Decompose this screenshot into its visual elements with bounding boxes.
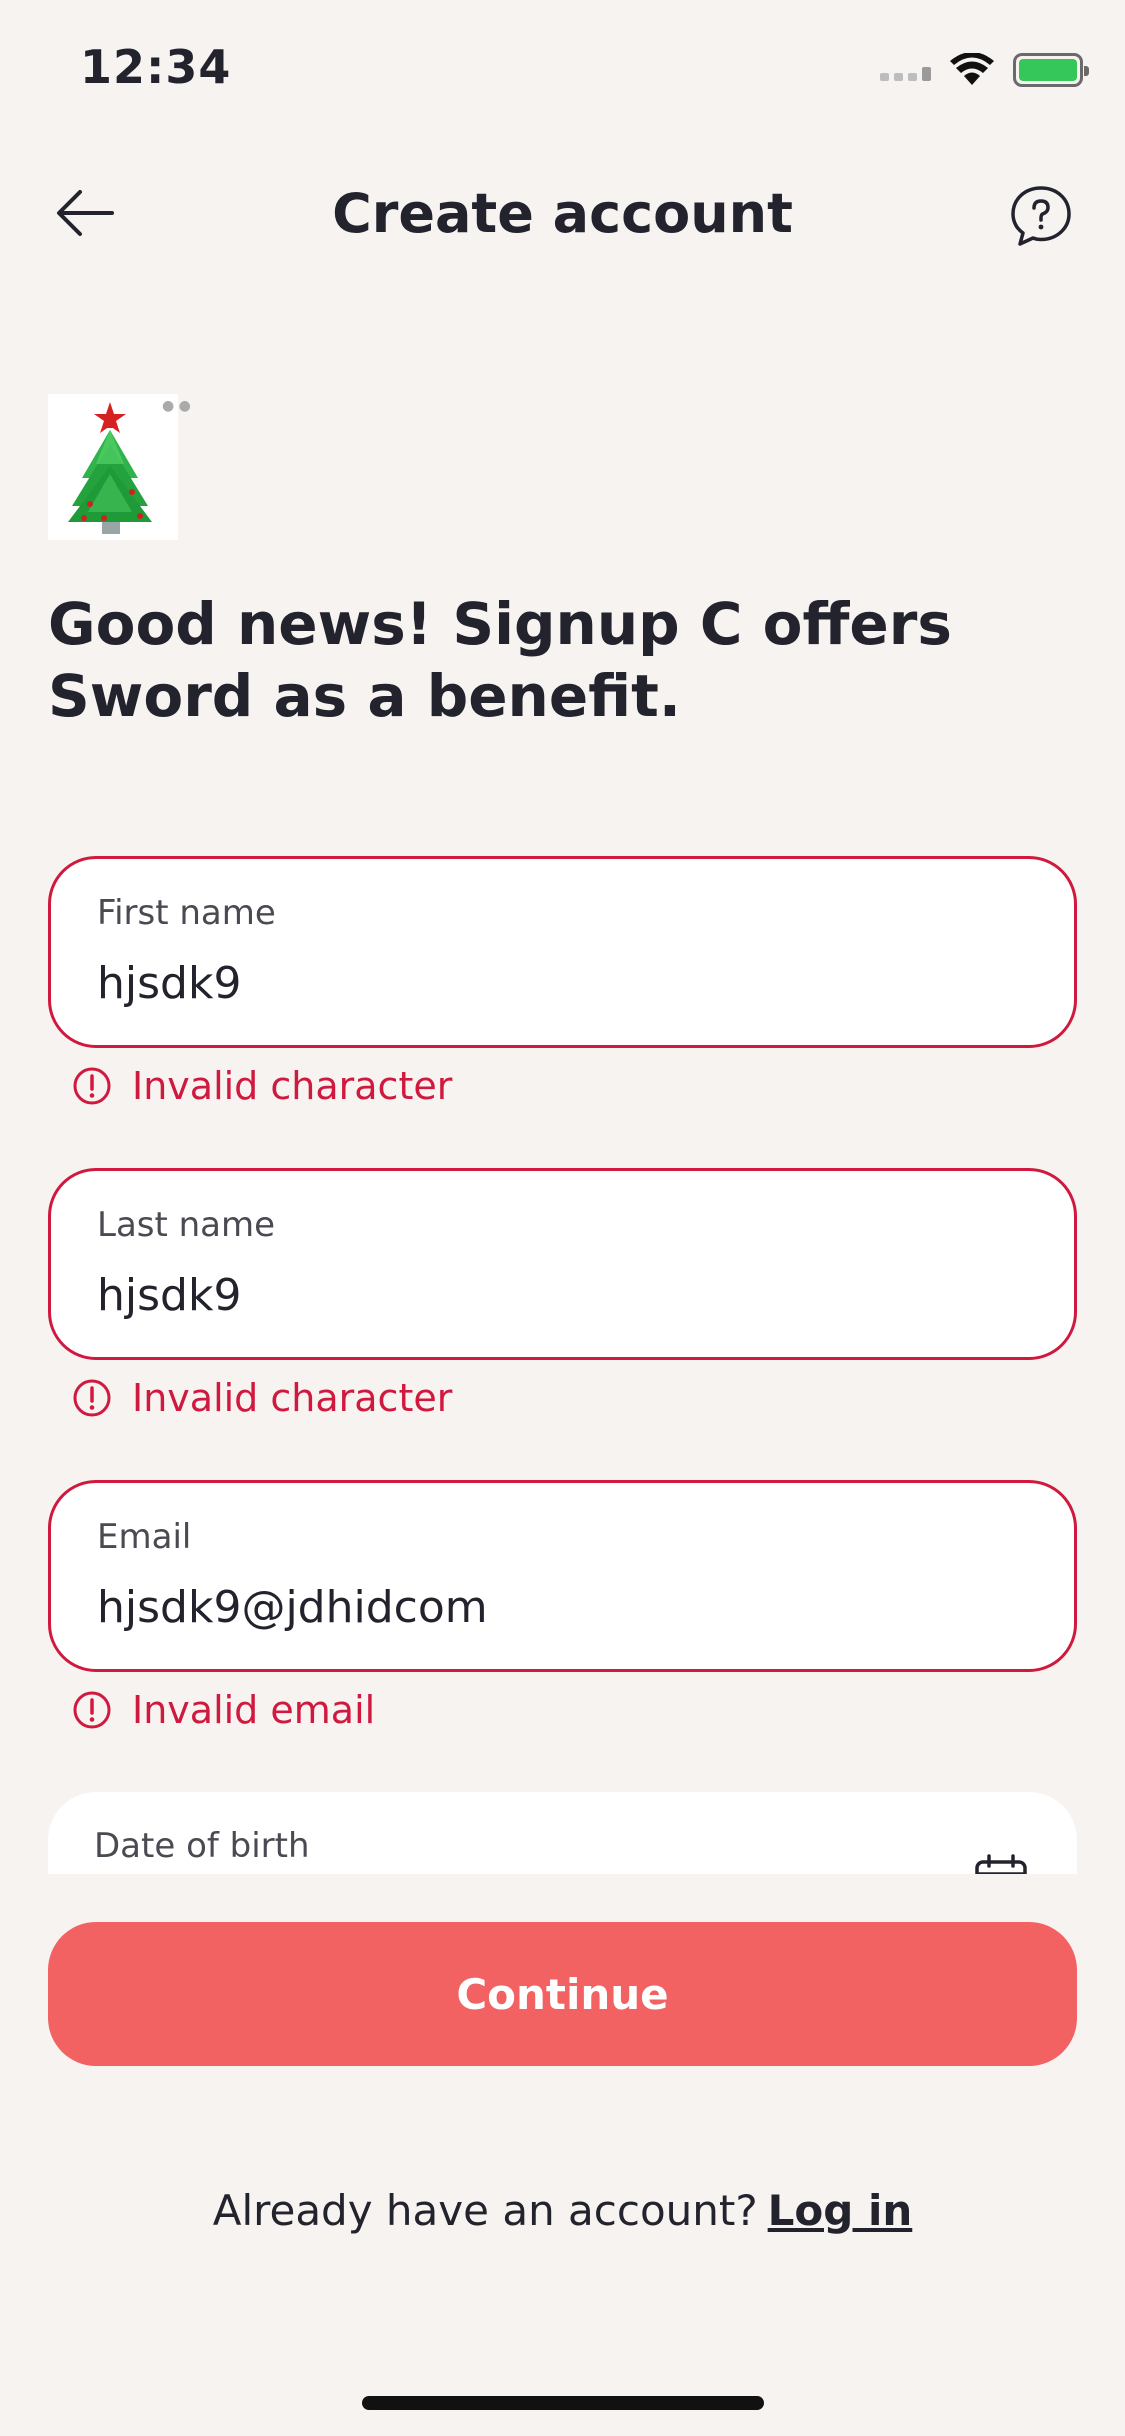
error-icon xyxy=(73,1379,111,1417)
status-icons xyxy=(880,48,1089,92)
wifi-icon xyxy=(950,53,994,85)
first-name-error: Invalid character xyxy=(72,1064,452,1108)
last-name-label: Last name xyxy=(97,1205,276,1245)
benefit-headline: Good news! Signup C offers Sword as a be… xyxy=(48,590,952,730)
last-name-error-text: Invalid character xyxy=(132,1376,453,1420)
email-error: Invalid email xyxy=(72,1688,375,1732)
status-time: 12:34 xyxy=(80,40,232,94)
email-field[interactable]: Email xyxy=(48,1480,1077,1672)
calendar-icon[interactable] xyxy=(973,1852,1029,1874)
logo-decoration: ● ● xyxy=(162,398,191,414)
last-name-field[interactable]: Last name xyxy=(48,1168,1077,1360)
help-chat-icon[interactable] xyxy=(1009,184,1073,248)
error-icon xyxy=(73,1691,111,1729)
create-account-screen: 12:34 Create account ● ● Good news! Sign… xyxy=(0,0,1125,2436)
christmas-tree-logo xyxy=(48,394,178,540)
login-prompt-text: Already have an account? xyxy=(212,2186,758,2235)
cellular-signal-icon xyxy=(880,59,931,81)
last-name-error: Invalid character xyxy=(72,1376,452,1420)
login-prompt-row: Already have an account? Log in xyxy=(0,2186,1125,2235)
first-name-input[interactable] xyxy=(97,955,997,1011)
page-title: Create account xyxy=(332,182,793,245)
battery-icon xyxy=(1013,53,1089,87)
email-label: Email xyxy=(97,1517,192,1557)
date-of-birth-label: Date of birth xyxy=(94,1826,310,1866)
error-icon xyxy=(73,1067,111,1105)
home-indicator xyxy=(362,2396,764,2410)
first-name-field[interactable]: First name xyxy=(48,856,1077,1048)
email-input[interactable] xyxy=(97,1579,997,1635)
first-name-error-text: Invalid character xyxy=(132,1064,453,1108)
dob-scroll-clip: Date of birth xyxy=(48,1792,1077,1874)
email-error-text: Invalid email xyxy=(132,1688,376,1732)
first-name-label: First name xyxy=(97,893,276,933)
log-in-link[interactable]: Log in xyxy=(768,2186,913,2235)
last-name-input[interactable] xyxy=(97,1267,997,1323)
date-of-birth-field[interactable]: Date of birth xyxy=(48,1792,1077,1874)
continue-button[interactable]: Continue xyxy=(48,1922,1077,2066)
